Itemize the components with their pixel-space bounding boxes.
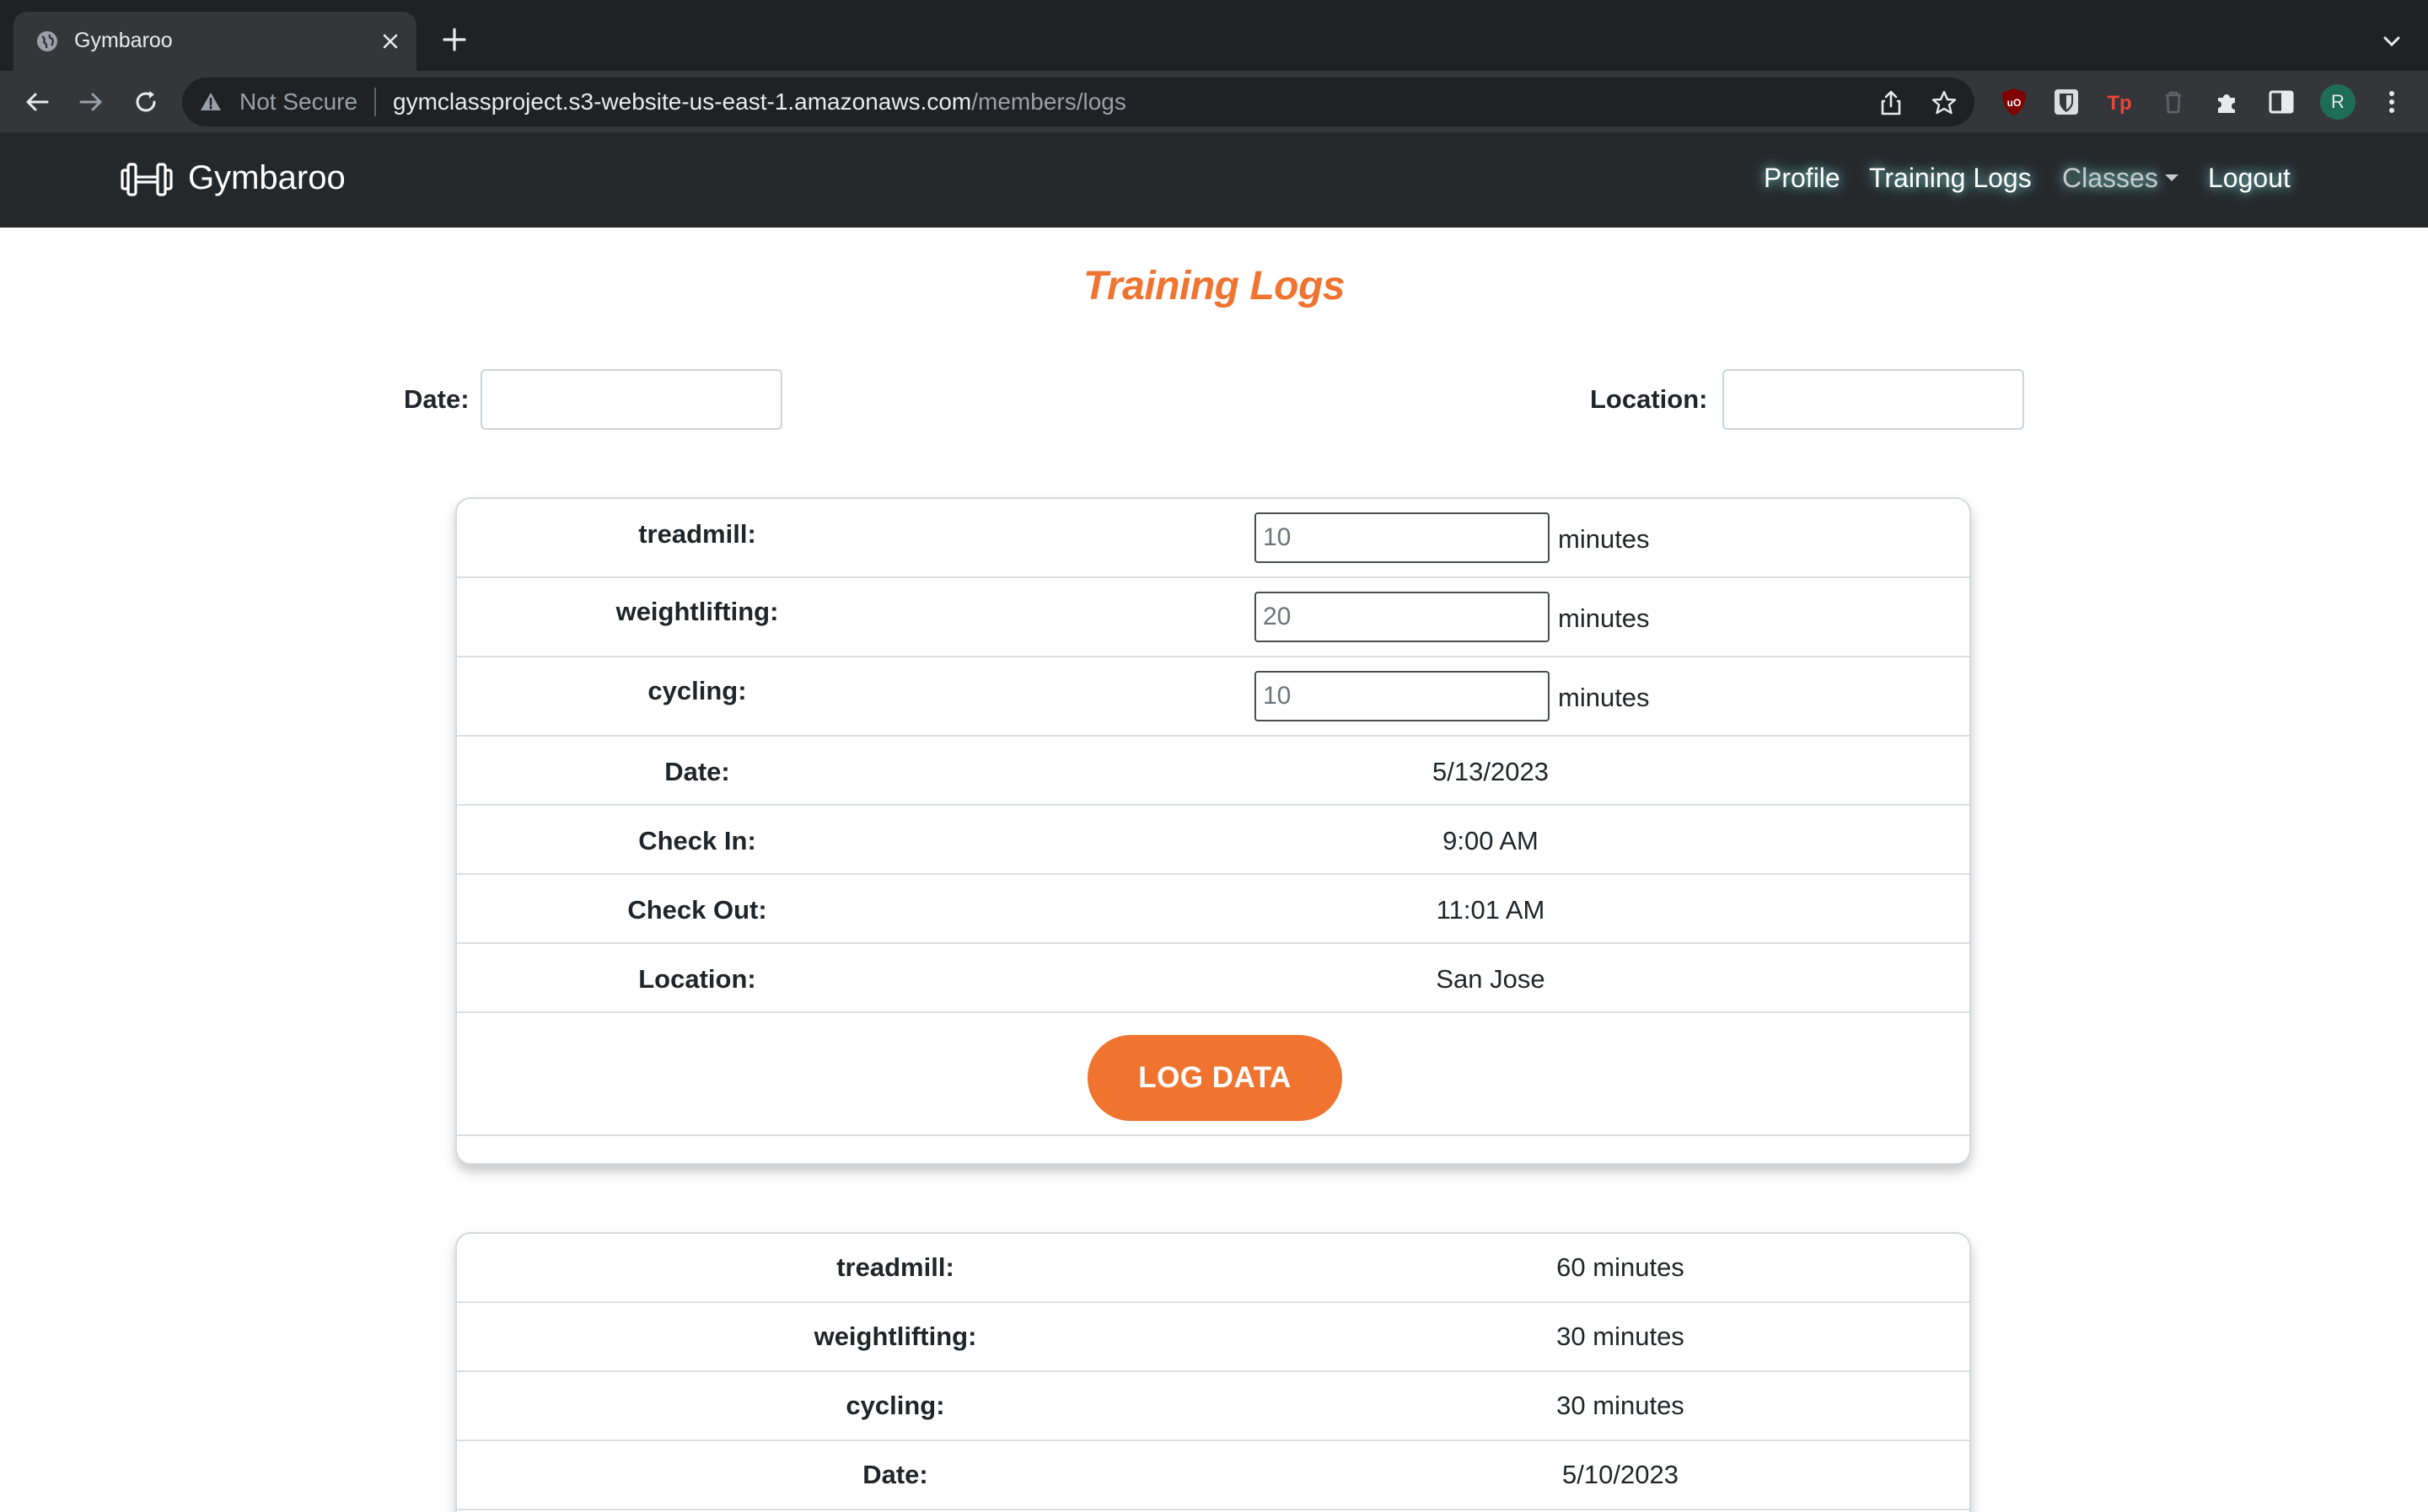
weightlifting-unit: minutes [1558,603,1650,633]
new-log-card: treadmill: minutes weightlifting: minute… [455,497,1971,1165]
location-filter-input[interactable] [1722,369,2024,430]
check-out-row: Check Out: 11:01 AM [457,875,1969,944]
past-date-label: Date: [862,1460,928,1489]
nav-classes-label: Classes [2062,163,2158,193]
new-tab-icon[interactable] [438,24,470,56]
past-cycling-row: cycling: 30 minutes [457,1372,1969,1441]
brand-name[interactable]: Gymbaroo [188,159,346,197]
cycling-label: cycling: [647,676,747,705]
past-log-card: treadmill: 60 minutes weightlifting: 30 … [455,1232,1971,1512]
ublock-extension-icon[interactable]: uO [1998,86,2030,118]
past-treadmill-value: 60 minutes [1556,1252,1684,1282]
date-label: Date: [664,757,730,786]
nav-profile-link[interactable]: Profile [1764,163,1840,194]
back-icon[interactable] [21,86,53,118]
past-weightlifting-label: weightlifting: [814,1322,977,1351]
page-title: Training Logs [1083,264,1345,308]
treadmill-minutes-input[interactable] [1254,512,1550,563]
submit-row: LOG DATA [457,1013,1969,1136]
past-weightlifting-value: 30 minutes [1556,1322,1684,1351]
url-path: /members/logs [971,88,1126,115]
location-row: Location: San Jose [457,944,1969,1013]
browser-tabstrip: Gymbaroo [0,0,2428,71]
warning-icon[interactable] [199,90,223,114]
nav-classes-dropdown[interactable]: Classes [2062,163,2178,194]
check-in-label: Check In: [638,826,756,855]
past-date-value: 5/10/2023 [1562,1460,1679,1489]
url-text[interactable]: gymclassproject.s3-website-us-east-1.ama… [393,88,1126,115]
cycling-row: cycling: minutes [457,657,1969,737]
check-out-value: 11:01 AM [1436,895,1545,925]
kebab-menu-icon[interactable] [2376,86,2408,118]
location-filter-label: Location: [1590,384,1708,414]
site-navbar: Gymbaroo Profile Training Logs Classes L… [0,132,2428,228]
profile-avatar[interactable]: R [2320,84,2355,120]
past-cycling-value: 30 minutes [1556,1391,1684,1420]
treadmill-unit: minutes [1558,524,1650,554]
weightlifting-label: weightlifting: [615,597,779,626]
treadmill-row: treadmill: minutes [457,499,1969,578]
forward-icon[interactable] [75,86,107,118]
weightlifting-minutes-input[interactable] [1254,592,1550,642]
chevron-down-icon[interactable] [2377,27,2406,56]
globe-icon [37,31,57,51]
cycling-unit: minutes [1558,683,1650,712]
date-row: Date: 5/13/2023 [457,737,1969,806]
past-treadmill-label: treadmill: [836,1252,954,1282]
tab-title: Gymbaroo [74,29,173,52]
svg-text:Tp: Tp [2107,92,2131,115]
past-date-row: Date: 5/10/2023 [457,1441,1969,1510]
url-host: gymclassproject.s3-website-us-east-1.ama… [393,88,972,115]
caret-down-icon [2164,174,2178,181]
location-value: San Jose [1436,964,1545,994]
log-data-button[interactable]: LOG DATA [1088,1035,1342,1121]
location-label: Location: [638,964,756,994]
bitwarden-extension-icon[interactable] [2050,86,2082,118]
past-treadmill-row: treadmill: 60 minutes [457,1234,1969,1303]
share-icon[interactable] [1877,88,1905,117]
omnibox-divider [374,88,376,116]
trash-extension-icon[interactable] [2157,86,2189,118]
close-icon[interactable] [376,27,405,56]
browser-toolbar: Not Secure gymclassproject.s3-website-us… [0,71,2428,132]
security-label[interactable]: Not Secure [239,88,357,115]
weightlifting-row: weightlifting: minutes [457,578,1969,657]
nav-logout-link[interactable]: Logout [2208,163,2291,194]
check-out-label: Check Out: [627,895,767,925]
address-bar[interactable]: Not Secure gymclassproject.s3-website-us… [182,78,1974,126]
bookmark-star-icon[interactable] [1930,88,1958,117]
nav-training-logs-link[interactable]: Training Logs [1869,163,2032,194]
tp-extension-icon[interactable]: Tp [2103,86,2135,118]
treadmill-label: treadmill: [638,519,756,549]
reload-icon[interactable] [130,86,162,118]
check-in-row: Check In: 9:00 AM [457,806,1969,875]
browser-tab[interactable]: Gymbaroo [13,12,416,71]
svg-text:uO: uO [2007,97,2022,109]
date-filter-label: Date: [404,384,470,414]
past-weightlifting-row: weightlifting: 30 minutes [457,1303,1969,1372]
cycling-minutes-input[interactable] [1254,671,1550,721]
date-filter-input[interactable] [481,369,782,430]
side-panel-icon[interactable] [2265,86,2297,118]
past-cycling-label: cycling: [846,1391,945,1420]
date-value: 5/13/2023 [1432,757,1549,786]
dumbbell-icon[interactable] [120,158,174,201]
check-in-value: 9:00 AM [1442,826,1539,855]
puzzle-extensions-icon[interactable] [2211,86,2243,118]
